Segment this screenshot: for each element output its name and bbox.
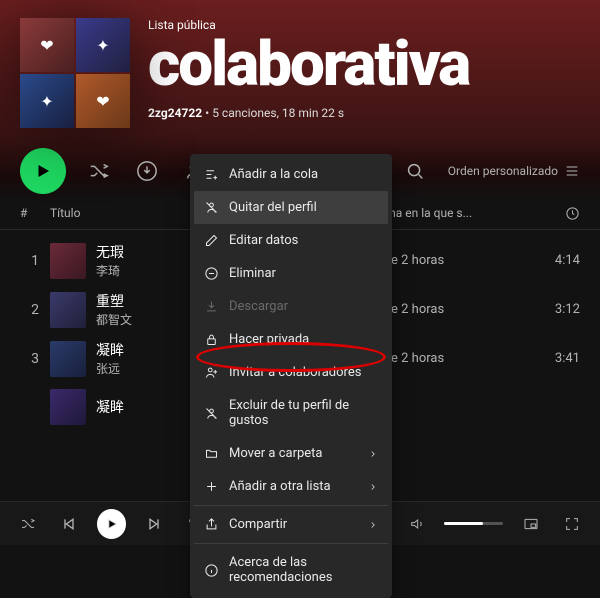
menu-item-download: Descargar bbox=[194, 290, 388, 323]
play-pause-button[interactable] bbox=[97, 509, 126, 539]
remove-profile-icon bbox=[204, 200, 219, 215]
menu-item-add[interactable]: Añadir a otra lista bbox=[194, 470, 388, 503]
track-name: 无瑕 bbox=[96, 242, 124, 262]
playlist-title: colaborativa bbox=[148, 34, 580, 96]
track-duration: 4:14 bbox=[555, 253, 580, 268]
track-number: 1 bbox=[20, 253, 50, 269]
menu-item-delete[interactable]: Eliminar bbox=[194, 257, 388, 290]
menu-item-invite[interactable]: Invitar a colaboradores bbox=[194, 356, 388, 389]
playlist-owner[interactable]: 2zg24722 bbox=[148, 106, 202, 120]
col-date: Fecha en la que s... bbox=[370, 206, 520, 225]
menu-item-label: Editar datos bbox=[229, 233, 298, 248]
track-thumbnail bbox=[50, 292, 86, 328]
menu-item-label: Acerca de las recomendaciones bbox=[229, 555, 378, 585]
invite-icon bbox=[204, 365, 219, 380]
track-number: 3 bbox=[20, 351, 50, 367]
shuffle-button[interactable] bbox=[14, 510, 41, 538]
delete-icon bbox=[204, 266, 219, 281]
track-name: 重塑 bbox=[96, 291, 132, 311]
search-in-playlist-button[interactable] bbox=[400, 156, 430, 186]
track-artist[interactable]: 都智文 bbox=[96, 311, 132, 328]
track-name: 凝眸 bbox=[96, 340, 124, 360]
track-name: 凝眸 bbox=[96, 397, 124, 417]
menu-item-edit[interactable]: Editar datos bbox=[194, 224, 388, 257]
track-thumbnail bbox=[50, 341, 86, 377]
menu-item-exclude[interactable]: Excluir de tu perfil de gustos bbox=[194, 389, 388, 437]
volume-slider[interactable] bbox=[444, 522, 503, 525]
menu-item-label: Compartir bbox=[229, 517, 287, 532]
play-button[interactable] bbox=[20, 148, 66, 194]
track-thumbnail bbox=[50, 389, 86, 425]
menu-item-label: Añadir a la cola bbox=[229, 167, 318, 182]
track-date: hace 2 horas bbox=[370, 253, 520, 268]
menu-item-label: Añadir a otra lista bbox=[229, 479, 331, 494]
col-duration bbox=[565, 206, 580, 225]
download-button[interactable] bbox=[132, 156, 162, 186]
context-menu: Añadir a la cola Quitar del perfil Editar … bbox=[190, 154, 392, 598]
menu-item-label: Quitar del perfil bbox=[229, 200, 317, 215]
menu-item-label: Excluir de tu perfil de gustos bbox=[229, 398, 378, 428]
miniplayer-button[interactable] bbox=[517, 510, 544, 538]
queue-icon bbox=[204, 167, 219, 182]
playlist-header: ❤✦✦❤ Lista pública colaborativa 2zg24722… bbox=[0, 0, 600, 134]
menu-item-label: Descargar bbox=[229, 299, 288, 314]
playlist-cover[interactable]: ❤✦✦❤ bbox=[20, 18, 130, 128]
track-thumbnail bbox=[50, 243, 86, 279]
menu-item-label: Hacer privada bbox=[229, 332, 309, 347]
shuffle-button[interactable] bbox=[84, 156, 114, 186]
menu-item-remove-profile[interactable]: Quitar del perfil bbox=[194, 191, 388, 224]
chevron-right-icon bbox=[368, 520, 378, 530]
menu-item-share[interactable]: Compartir bbox=[194, 508, 388, 541]
edit-icon bbox=[204, 233, 219, 248]
menu-item-folder[interactable]: Mover a carpeta bbox=[194, 437, 388, 470]
previous-button[interactable] bbox=[55, 510, 82, 538]
download-icon bbox=[204, 299, 219, 314]
next-button[interactable] bbox=[140, 510, 167, 538]
menu-item-label: Invitar a colaboradores bbox=[229, 365, 361, 380]
col-index: # bbox=[20, 206, 50, 225]
track-number: 2 bbox=[20, 302, 50, 318]
track-artist[interactable]: 张远 bbox=[96, 360, 124, 377]
info-icon bbox=[204, 563, 219, 578]
menu-item-label: Eliminar bbox=[229, 266, 276, 281]
lock-icon bbox=[204, 332, 219, 347]
track-duration: 3:41 bbox=[555, 351, 580, 366]
chevron-right-icon bbox=[368, 482, 378, 492]
menu-item-label: Mover a carpeta bbox=[229, 446, 323, 461]
track-date: hace 2 horas bbox=[370, 302, 520, 317]
menu-item-lock[interactable]: Hacer privada bbox=[194, 323, 388, 356]
fullscreen-button[interactable] bbox=[559, 510, 586, 538]
sort-dropdown[interactable]: Orden personalizado bbox=[448, 163, 580, 179]
menu-item-info[interactable]: Acerca de las recomendaciones bbox=[194, 546, 388, 594]
chevron-right-icon bbox=[368, 449, 378, 459]
track-date: hace 2 horas bbox=[370, 351, 520, 366]
volume-button[interactable] bbox=[403, 510, 430, 538]
share-icon bbox=[204, 517, 219, 532]
folder-icon bbox=[204, 446, 219, 461]
track-duration: 3:12 bbox=[555, 302, 580, 317]
add-icon bbox=[204, 479, 219, 494]
playlist-meta: 2zg24722 • 5 canciones, 18 min 22 s bbox=[148, 106, 580, 120]
menu-item-queue[interactable]: Añadir a la cola bbox=[194, 158, 388, 191]
track-artist[interactable]: 李琦 bbox=[96, 262, 124, 279]
exclude-icon bbox=[204, 406, 219, 421]
